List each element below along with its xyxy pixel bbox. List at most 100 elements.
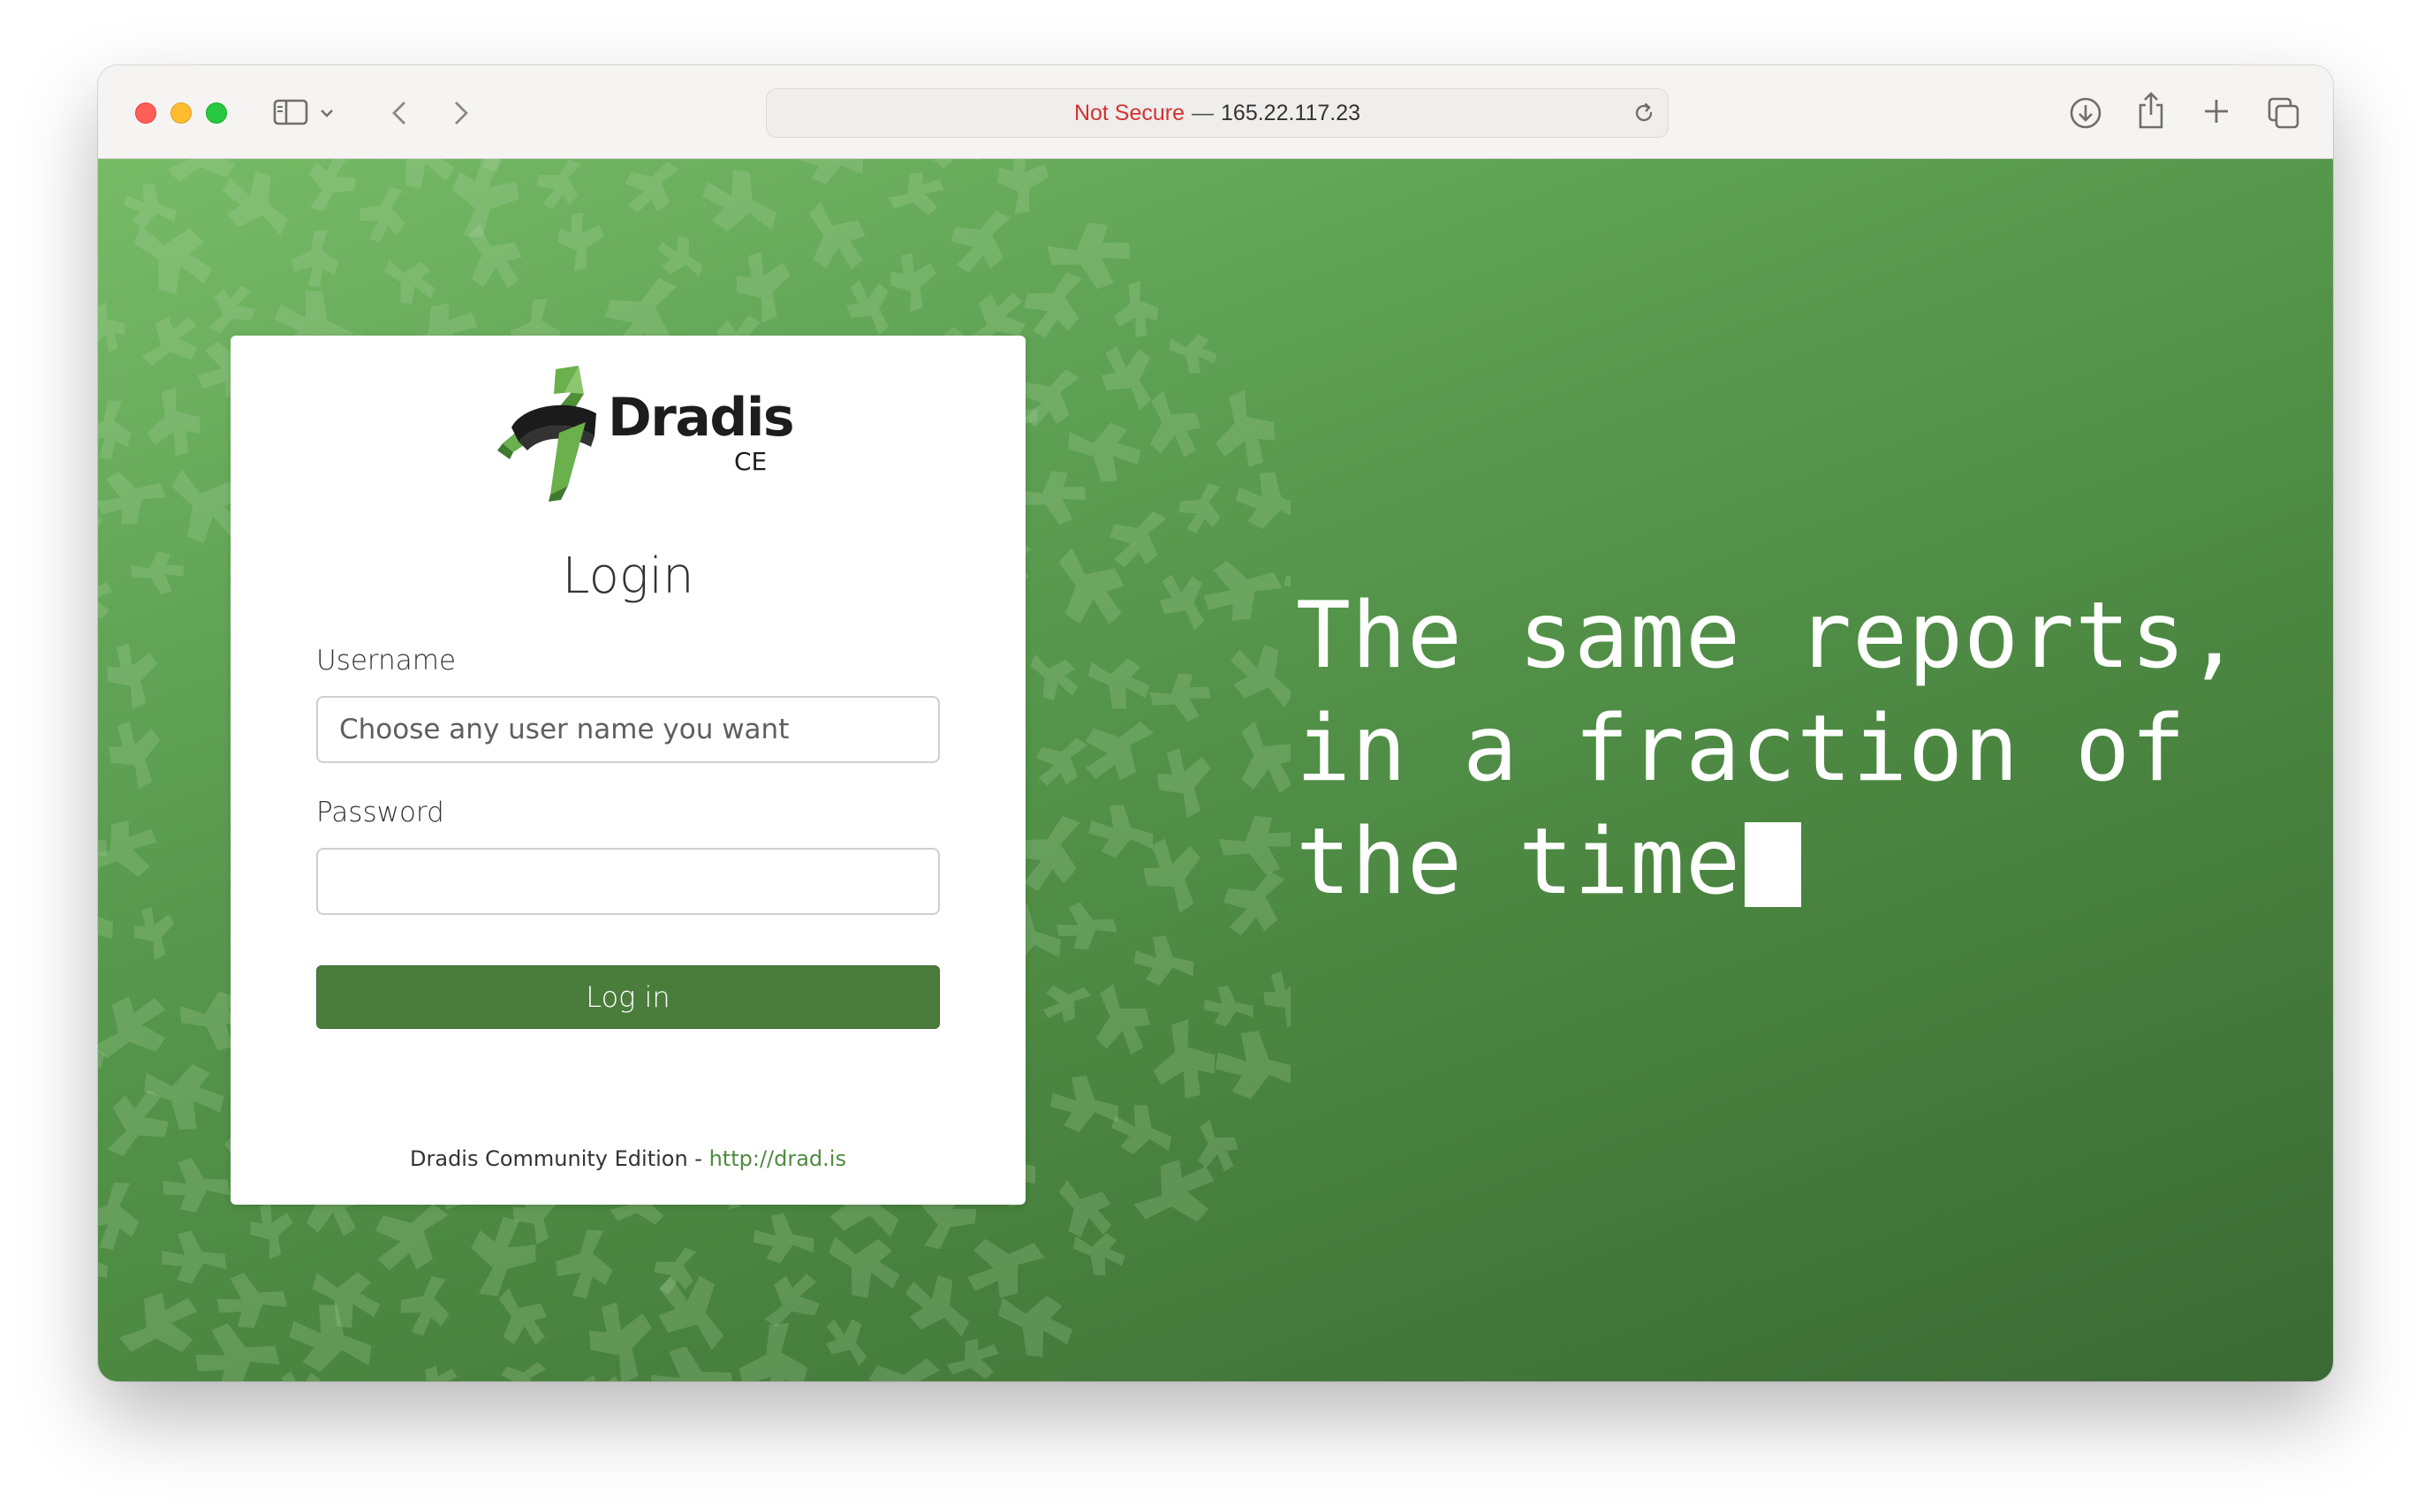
background-glyph: [808, 201, 866, 270]
background-glyph: [384, 259, 436, 306]
background-glyph: [98, 578, 112, 619]
background-glyph: [658, 1275, 724, 1350]
page-content: Dradis CE Login Username Password Log in…: [98, 159, 2333, 1381]
background-glyph: [1087, 658, 1150, 709]
password-label: Password: [316, 797, 444, 828]
background-glyph: [868, 1357, 941, 1381]
background-glyph: [1231, 644, 1291, 708]
background-glyph: [98, 302, 125, 352]
background-glyph: [410, 1365, 458, 1381]
background-glyph: [1047, 222, 1131, 290]
background-glyph: [292, 230, 339, 287]
background-glyph: [1235, 472, 1291, 530]
background-glyph: [312, 1272, 381, 1328]
log-in-button[interactable]: Log in: [316, 965, 940, 1029]
background-glyph: [1133, 1160, 1215, 1222]
browser-window: Not Secure — 165.22.117.23 Dradis CE Log…: [98, 65, 2333, 1381]
background-glyph: [736, 252, 791, 323]
background-glyph: [764, 1274, 820, 1327]
chevron-down-icon[interactable]: [317, 104, 337, 122]
tagline-line-1: The same reports,: [1296, 583, 2243, 689]
background-glyph: [1029, 654, 1079, 701]
footer-link[interactable]: http://drad.is: [709, 1146, 846, 1171]
reload-icon[interactable]: [1631, 100, 1657, 132]
password-input[interactable]: [316, 848, 940, 915]
background-glyph: [950, 210, 1011, 273]
background-glyph: [471, 1216, 536, 1297]
background-glyph: [1068, 422, 1141, 482]
tagline-line-2: in a fraction of: [1296, 696, 2187, 802]
background-glyph: [1289, 867, 1291, 930]
background-glyph: [996, 159, 1049, 215]
background-glyph: [123, 184, 177, 228]
tagline-line-3-text: the time: [1296, 809, 1742, 915]
address-host: 165.22.117.23: [1221, 100, 1361, 125]
background-glyph: [1263, 971, 1291, 1028]
background-glyph: [108, 721, 161, 790]
background-glyph: [98, 1123, 102, 1195]
background-glyph: [359, 186, 405, 243]
download-icon[interactable]: [2066, 94, 2105, 132]
chevron-left-icon[interactable]: [386, 95, 413, 131]
background-glyph: [384, 159, 454, 190]
background-glyph: [133, 907, 175, 960]
minimize-window-button[interactable]: [170, 102, 192, 124]
zoom-window-button[interactable]: [206, 102, 227, 124]
background-glyph: [1095, 983, 1150, 1055]
footer-text: Dradis Community Edition -: [410, 1146, 709, 1171]
background-glyph: [308, 159, 356, 212]
plus-icon[interactable]: [2199, 94, 2234, 129]
background-glyph: [1153, 1018, 1216, 1099]
background-glyph: [799, 159, 864, 185]
background-glyph: [1156, 748, 1211, 819]
sidebar-icon[interactable]: [271, 95, 310, 129]
background-glyph: [738, 1323, 808, 1381]
background-glyph: [106, 643, 157, 709]
background-glyph: [625, 161, 680, 213]
close-window-button[interactable]: [135, 102, 156, 124]
background-glyph: [1216, 1031, 1291, 1100]
background-glyph: [1198, 1119, 1238, 1172]
background-glyph: [1178, 483, 1221, 534]
background-glyph: [468, 223, 522, 289]
browser-toolbar: Not Secure — 165.22.117.23: [98, 65, 2333, 159]
background-glyph: [98, 818, 107, 881]
tagline: The same reports, in a fraction of the t…: [1296, 579, 2312, 919]
background-glyph: [1133, 935, 1194, 986]
background-glyph: [133, 224, 213, 294]
background-glyph: [829, 1236, 900, 1298]
address-bar[interactable]: Not Secure — 165.22.117.23: [766, 88, 1669, 138]
background-glyph: [556, 1229, 613, 1299]
chevron-right-icon[interactable]: [448, 95, 474, 131]
background-glyph: [501, 1361, 547, 1381]
background-glyph: [933, 159, 986, 169]
background-glyph: [98, 400, 133, 459]
background-glyph: [1019, 471, 1087, 525]
text-cursor: [1745, 822, 1802, 907]
background-glyph: [451, 159, 519, 238]
background-glyph: [1024, 272, 1082, 338]
background-glyph: [141, 316, 199, 366]
background-glyph: [825, 1319, 867, 1366]
tabs-overview-icon[interactable]: [2264, 94, 2303, 132]
brand-edition: CE: [734, 447, 768, 476]
background-glyph: [467, 159, 529, 172]
background-glyph: [1035, 737, 1088, 786]
background-glyph: [130, 551, 185, 595]
brand-name: Dradis: [608, 387, 795, 449]
background-glyph: [216, 1272, 288, 1328]
background-glyph: [1203, 560, 1283, 621]
background-glyph: [1109, 510, 1167, 568]
background-glyph: [147, 387, 201, 457]
address-separator: —: [1192, 100, 1215, 125]
background-glyph: [98, 996, 166, 1059]
background-glyph: [650, 1346, 735, 1381]
background-glyph: [250, 1204, 293, 1259]
background-glyph: [1114, 281, 1159, 337]
not-secure-label: Not Secure: [1073, 100, 1185, 125]
background-glyph: [1218, 815, 1291, 875]
background-glyph: [657, 235, 704, 277]
username-input[interactable]: [316, 696, 940, 763]
share-icon[interactable]: [2133, 88, 2169, 132]
background-glyph: [1149, 673, 1211, 722]
